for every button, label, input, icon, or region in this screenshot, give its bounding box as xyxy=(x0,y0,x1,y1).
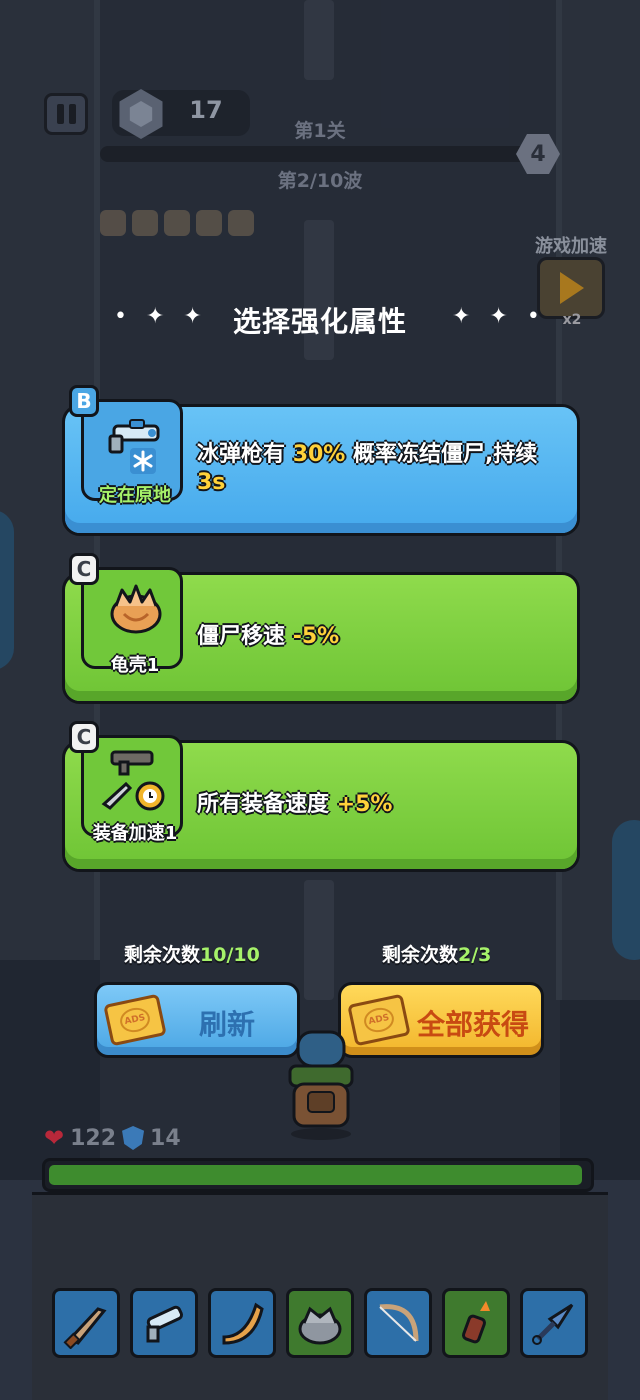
slot-bow[interactable] xyxy=(364,1288,432,1358)
slot-knife[interactable] xyxy=(52,1288,120,1358)
slot-boomerang[interactable] xyxy=(208,1288,276,1358)
money-bag-icon xyxy=(100,210,126,236)
upgrade-card-shell[interactable]: C 龟壳1 僵尸移速 -5% xyxy=(62,553,580,704)
wave-counter: 第2/10波 xyxy=(277,170,363,192)
upgrade-name: 装备加速1 xyxy=(92,823,178,844)
coin-count: 17 xyxy=(189,96,223,124)
slot-molotov[interactable] xyxy=(442,1288,510,1358)
shield-value: 14 xyxy=(150,1125,181,1151)
shield-icon xyxy=(122,1126,145,1150)
ad-ticket-icon: ADS xyxy=(347,993,411,1047)
page-title: 选择强化属性 xyxy=(232,305,407,338)
upgrade-description: 僵尸移速 -5% xyxy=(197,624,340,649)
get-all-label: 全部获得 xyxy=(416,1008,529,1041)
refresh-remaining: 剩余次数10/10 xyxy=(124,944,260,966)
boomerang-icon xyxy=(222,1302,264,1345)
level-title: 第1关 xyxy=(294,120,346,142)
rank-badge: C xyxy=(69,553,99,585)
get-all-button[interactable]: ADS 全部获得 xyxy=(338,982,544,1058)
boomerang-icon xyxy=(164,210,190,236)
refresh-button[interactable]: ADS 刷新 xyxy=(94,982,300,1058)
upgrade-name: 定在原地 xyxy=(99,485,171,506)
kunai-icon xyxy=(532,1303,574,1345)
slot-turtle-shell[interactable] xyxy=(286,1288,354,1358)
sparkle-icon: ✦ ✦ • xyxy=(452,304,546,329)
player-stats: ❤ 122 14 xyxy=(44,1124,181,1152)
gun-icon xyxy=(132,210,158,236)
upgrade-name: 龟壳1 xyxy=(110,655,160,676)
upgrade-description: 所有装备速度 +5% xyxy=(197,792,393,817)
ad-ticket-icon: ADS xyxy=(103,993,167,1047)
speed-up-button[interactable] xyxy=(537,257,605,319)
equipment-speed-icon xyxy=(101,750,165,811)
rank-badge: C xyxy=(69,721,99,753)
hp-value: 122 xyxy=(70,1125,117,1151)
rank-badge: B xyxy=(69,385,99,417)
upgrade-description: 冰弹枪有 30% 概率冻结僵尸,持续 3s xyxy=(197,442,538,495)
bow-icon xyxy=(379,1304,419,1342)
pause-button[interactable] xyxy=(44,93,88,135)
health-bar-fill xyxy=(49,1165,582,1185)
knife-icon xyxy=(63,1307,107,1349)
turtle-shell-icon xyxy=(298,1306,342,1345)
molotov-icon xyxy=(462,1301,490,1344)
player-character xyxy=(288,1030,354,1140)
snowflake-icon xyxy=(130,448,156,474)
upgrade-card-equipment-speed[interactable]: C 装备加速1 所有装备速度 +5% xyxy=(62,721,580,872)
get-all-remaining: 剩余次数2/3 xyxy=(382,944,492,966)
speed-up-label: 游戏加速 xyxy=(535,236,607,257)
pause-icon xyxy=(56,104,64,124)
turtle-shell-icon xyxy=(196,210,222,236)
health-bar xyxy=(42,1158,594,1192)
turtle-shell-icon xyxy=(110,584,162,634)
slot-kunai[interactable] xyxy=(520,1288,588,1358)
play-icon xyxy=(560,272,584,304)
refresh-label: 刷新 xyxy=(198,1008,255,1041)
upgrade-card-freeze[interactable]: B 定在原地 冰弹枪有 30% 概率冻结僵尸,持续 3s xyxy=(62,385,580,536)
wave-progress-bar xyxy=(100,146,528,162)
equipment-slots xyxy=(52,1288,588,1358)
slot-ice-gun[interactable] xyxy=(130,1288,198,1358)
collected-items-row xyxy=(100,210,254,236)
map-icon xyxy=(228,210,254,236)
speed-multiplier: x2 xyxy=(562,312,582,328)
ice-gun-icon xyxy=(146,1305,184,1343)
heart-icon: ❤ xyxy=(44,1124,65,1152)
